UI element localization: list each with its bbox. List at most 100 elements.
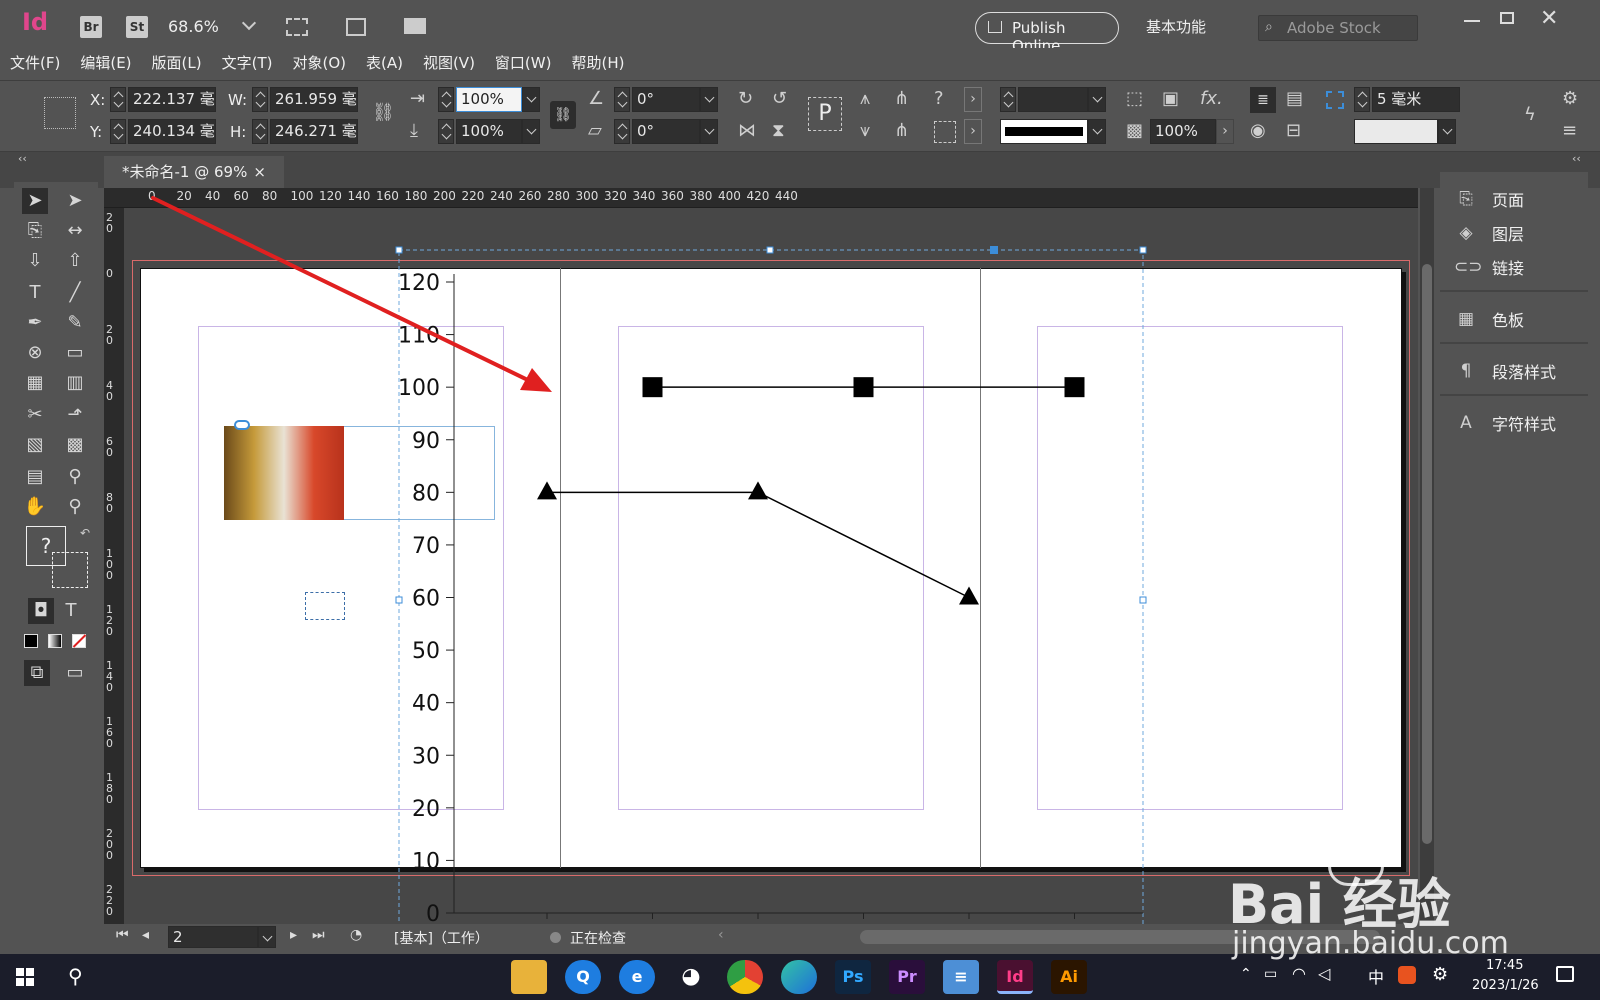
table-tool-icon[interactable]: ▦ bbox=[22, 370, 48, 396]
horizontal-ruler[interactable]: 0 20 40 60 80 100 120 140 160 180 200 220 240 260 280 3… bbox=[104, 188, 1418, 208]
clock-time[interactable]: 17:45 bbox=[1486, 958, 1523, 973]
stock-button[interactable]: St bbox=[126, 16, 148, 38]
photoshop-icon[interactable]: Ps bbox=[835, 960, 871, 994]
free-transform-tool-icon[interactable]: ⬏ bbox=[62, 402, 88, 428]
frame-fitting-icon[interactable] bbox=[934, 121, 956, 143]
maximize-icon[interactable] bbox=[1500, 12, 1514, 24]
scale-x-field[interactable]: 100% bbox=[456, 87, 522, 112]
vertical-ruler[interactable]: 20 0 20 40 60 80 100 120 140 160 180 200 220 bbox=[104, 208, 124, 928]
rectangle-tool-icon[interactable]: ▭ bbox=[62, 340, 88, 366]
menu-window[interactable]: 窗口(W) bbox=[495, 52, 552, 73]
spacing-stepper[interactable] bbox=[1354, 87, 1370, 112]
adobe-stock-search[interactable]: ⌕ Adobe Stock bbox=[1258, 15, 1418, 41]
edge-legacy-icon[interactable]: e bbox=[619, 960, 655, 994]
placed-photo[interactable] bbox=[224, 426, 344, 520]
zoom-tool-icon[interactable]: ⚲ bbox=[62, 494, 88, 520]
publish-online-button[interactable]: Publish Online bbox=[975, 12, 1119, 55]
frame-icon[interactable]: ⬚ bbox=[1126, 89, 1143, 109]
page-number-field[interactable]: 2 bbox=[168, 926, 258, 948]
wrap-jump-icon[interactable]: ⊟ bbox=[1286, 121, 1301, 141]
sogou-icon[interactable] bbox=[1398, 966, 1416, 984]
shear-stepper[interactable] bbox=[614, 119, 630, 144]
spacing-field[interactable]: 5 毫米 bbox=[1372, 87, 1460, 112]
gap-tool-icon[interactable] bbox=[1326, 91, 1344, 109]
y-field[interactable]: 240.134 毫 bbox=[128, 119, 216, 144]
zoom-level[interactable]: 68.6% bbox=[168, 17, 219, 36]
empty-frame[interactable] bbox=[305, 592, 345, 620]
type-tool-icon[interactable]: T bbox=[22, 280, 48, 306]
pen-tool-icon[interactable]: ✒ bbox=[22, 310, 48, 336]
rectangle-frame-tool-icon[interactable]: ⊗ bbox=[22, 340, 48, 366]
wrap-none-icon[interactable]: ≣ bbox=[1250, 87, 1276, 113]
panel-links[interactable]: ⊂⊃ 链接 bbox=[1454, 250, 1594, 284]
first-page-icon[interactable]: ⏮ bbox=[116, 927, 129, 943]
windows-start-icon[interactable] bbox=[16, 968, 34, 986]
scale-x-dropdown[interactable] bbox=[522, 87, 540, 112]
fill-swatch[interactable] bbox=[1354, 119, 1438, 144]
edge-icon[interactable] bbox=[781, 960, 817, 994]
gradient-feather-tool-icon[interactable]: ▩ bbox=[62, 432, 88, 458]
reference-point-icon[interactable] bbox=[44, 97, 76, 129]
panel-pages[interactable]: ⎘ 页面 bbox=[1454, 182, 1594, 216]
workspace-switcher[interactable]: 基本功能 bbox=[1146, 16, 1206, 37]
screen-mode-normal-icon[interactable]: ⧉ bbox=[24, 660, 50, 686]
flip-vertical-icon[interactable]: ⧗ bbox=[772, 121, 785, 141]
minimize-icon[interactable] bbox=[1464, 20, 1480, 22]
rotate-cw-icon[interactable]: ↻ bbox=[738, 89, 753, 109]
arrange-documents-icon[interactable] bbox=[404, 18, 426, 34]
swap-fill-stroke-icon[interactable]: ↶ bbox=[80, 526, 90, 540]
previous-page-icon[interactable]: ◂ bbox=[142, 927, 149, 943]
shear-field[interactable]: 0° bbox=[632, 119, 700, 144]
panel-menu-icon[interactable]: ≡ bbox=[1562, 121, 1577, 141]
content-collector-icon[interactable]: ⇩ bbox=[22, 248, 48, 274]
rotate-stepper[interactable] bbox=[614, 87, 630, 112]
rotate-ccw-icon[interactable]: ↺ bbox=[772, 89, 787, 109]
menu-table[interactable]: 表(A) bbox=[366, 52, 403, 73]
menu-view[interactable]: 视图(V) bbox=[423, 52, 475, 73]
next-page-icon[interactable]: ▸ bbox=[290, 927, 297, 943]
battery-icon[interactable]: ▭ bbox=[1264, 966, 1277, 982]
collapse-left-icon[interactable]: ‹‹ bbox=[18, 152, 27, 165]
drop-shadow-icon[interactable]: ▣ bbox=[1162, 89, 1179, 109]
preflight-profile[interactable]: [基本]（工作） bbox=[394, 928, 489, 948]
scale-y-dropdown[interactable] bbox=[522, 119, 540, 144]
rotate-field[interactable]: 0° bbox=[632, 87, 700, 112]
close-icon[interactable]: ✕ bbox=[1540, 6, 1558, 31]
more-options-1-icon[interactable]: › bbox=[964, 87, 982, 112]
ime-indicator[interactable]: 中 bbox=[1368, 964, 1384, 988]
x-stepper[interactable] bbox=[110, 87, 126, 112]
h-stepper[interactable] bbox=[252, 119, 268, 144]
hand-tool-icon[interactable]: ✋ bbox=[22, 494, 48, 520]
opacity-field[interactable]: 100% bbox=[1150, 119, 1216, 144]
apply-gradient-icon[interactable] bbox=[48, 634, 62, 648]
wifi-icon[interactable]: ◠ bbox=[1292, 964, 1306, 983]
vertical-scroll-thumb[interactable] bbox=[1422, 264, 1432, 844]
w-field[interactable]: 261.959 毫 bbox=[270, 87, 358, 112]
document-tab[interactable]: *未命名-1 @ 69% × bbox=[104, 156, 284, 188]
note-tool-icon[interactable]: ▤ bbox=[22, 464, 48, 490]
selection-tool-icon[interactable]: ➤ bbox=[22, 188, 48, 214]
screen-mode-preview-icon[interactable]: ▭ bbox=[62, 660, 88, 686]
menu-file[interactable]: 文件(F) bbox=[10, 52, 60, 73]
settings-gear-icon[interactable]: ⚙ bbox=[1432, 964, 1448, 985]
stroke-weight-dropdown[interactable] bbox=[1088, 87, 1106, 112]
stroke-weight-stepper[interactable] bbox=[1000, 87, 1016, 112]
panel-layers[interactable]: ◈ 图层 bbox=[1454, 216, 1594, 250]
chrome-icon[interactable] bbox=[727, 960, 763, 994]
search-icon[interactable]: ⚲ bbox=[68, 964, 83, 988]
tab-close-icon[interactable]: × bbox=[253, 156, 266, 188]
preflight-menu-icon[interactable]: ◔ bbox=[350, 927, 362, 943]
effects-fx-icon[interactable]: fx. bbox=[1200, 89, 1223, 109]
apply-none-icon[interactable] bbox=[72, 634, 87, 648]
grid-tool-icon[interactable]: ▥ bbox=[62, 370, 88, 396]
shear-dropdown[interactable] bbox=[700, 119, 718, 144]
w-stepper[interactable] bbox=[252, 87, 268, 112]
direct-selection-tool-icon[interactable]: ➤ bbox=[62, 188, 88, 214]
opacity-arrow-icon[interactable]: › bbox=[1216, 119, 1234, 144]
scale-y-field[interactable]: 100% bbox=[456, 119, 522, 144]
x-field[interactable]: 222.137 毫 bbox=[128, 87, 216, 112]
zoom-dropdown-icon[interactable] bbox=[241, 15, 257, 31]
menu-type[interactable]: 文字(T) bbox=[222, 52, 273, 73]
settings-icon[interactable]: ⚙ bbox=[1562, 89, 1578, 109]
select-content-icon[interactable]: ⩛ bbox=[860, 121, 870, 141]
